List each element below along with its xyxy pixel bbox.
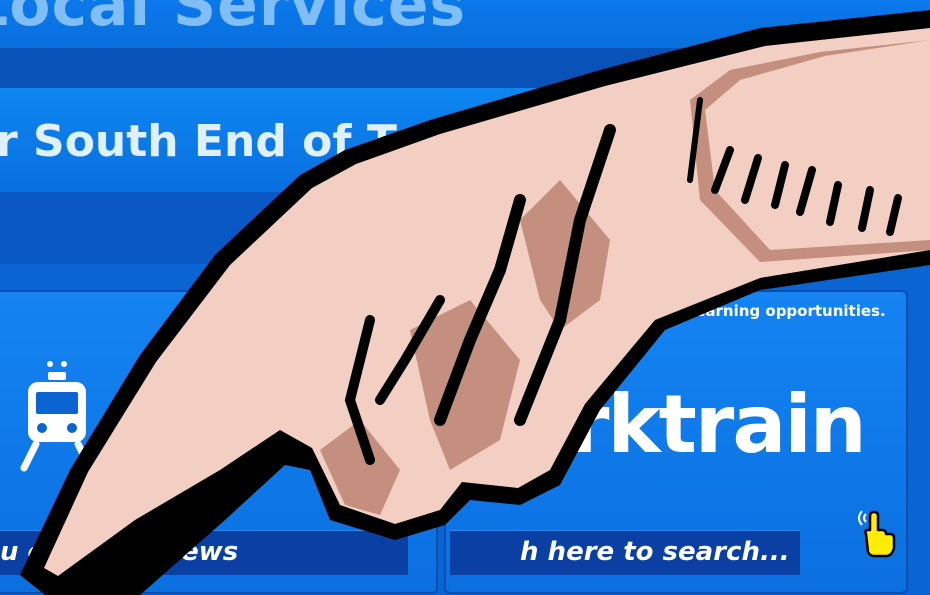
kiosk-screen: Local Services r South End of T 00 learn… xyxy=(0,0,930,595)
pointing-hand-illustration xyxy=(20,10,930,595)
